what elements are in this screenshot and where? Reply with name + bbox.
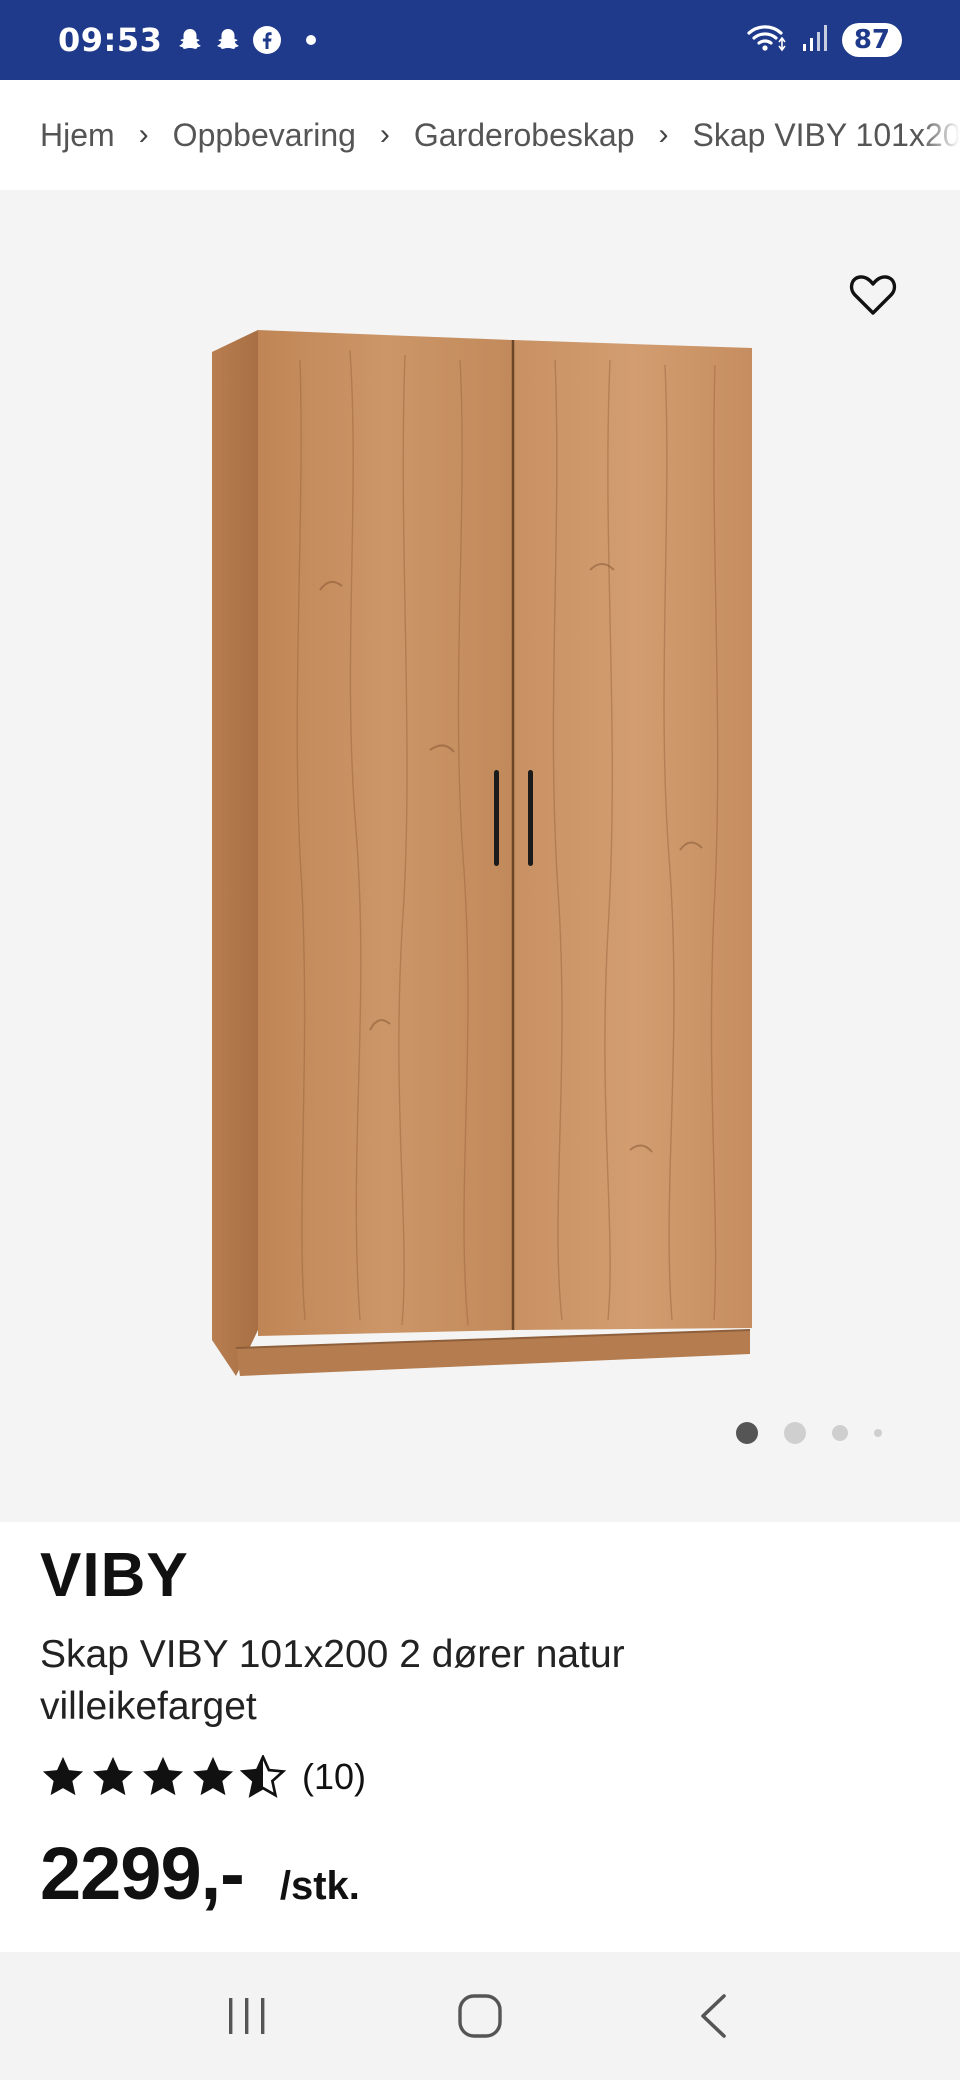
breadcrumb-home[interactable]: Hjem	[40, 117, 115, 154]
system-indicators: 87	[746, 22, 902, 59]
star-full-icon	[92, 1757, 134, 1796]
system-navigation-bar	[0, 1952, 960, 2080]
signal-icon	[802, 23, 828, 58]
battery-indicator: 87	[841, 23, 902, 57]
recent-apps-icon[interactable]	[207, 1976, 287, 2056]
product-image-gallery[interactable]	[0, 190, 960, 1522]
more-notifications-dot	[306, 35, 317, 45]
status-bar: 09:53 87	[0, 0, 960, 80]
favorite-button[interactable]	[848, 270, 898, 320]
status-time: 09:53	[58, 21, 163, 59]
heart-icon	[849, 275, 897, 315]
chevron-right-icon: ›	[138, 118, 149, 151]
wifi-icon	[746, 22, 788, 59]
star-full-icon	[192, 1757, 234, 1796]
product-info: VIBY Skap VIBY 101x200 2 dører natur vil…	[40, 1540, 920, 1916]
gallery-pagination	[736, 1422, 882, 1444]
chevron-right-icon: ›	[658, 118, 669, 151]
facebook-icon	[252, 25, 282, 55]
product-brand: VIBY	[40, 1541, 189, 1610]
notification-icons	[176, 25, 317, 55]
product-rating[interactable]: (10)	[40, 1755, 920, 1799]
chevron-right-icon: ›	[379, 118, 390, 151]
snapchat-icon	[214, 26, 242, 54]
product-name: Skap VIBY 101x200 2 dører natur villeike…	[40, 1633, 625, 1729]
star-full-icon	[42, 1757, 84, 1796]
breadcrumb-storage[interactable]: Oppbevaring	[173, 117, 356, 154]
star-full-icon	[142, 1757, 184, 1796]
price-row: 2299,- /stk.	[40, 1831, 920, 1916]
product-image-wardrobe	[212, 330, 752, 1376]
price-unit: /stk.	[279, 1864, 360, 1909]
breadcrumb: Hjem › Oppbevaring › Garderobeskap › Ska…	[0, 80, 960, 190]
star-half-icon	[240, 1755, 286, 1799]
gallery-dot[interactable]	[832, 1425, 848, 1441]
review-count[interactable]: (10)	[302, 1756, 366, 1798]
breadcrumb-wardrobes[interactable]: Garderobeskap	[414, 117, 635, 154]
product-price: 2299,-	[40, 1832, 245, 1916]
gallery-dot-active[interactable]	[736, 1422, 758, 1444]
home-icon[interactable]	[440, 1976, 520, 2056]
rating-stars	[40, 1755, 286, 1799]
snapchat-icon	[176, 26, 204, 54]
back-icon[interactable]	[673, 1976, 753, 2056]
gallery-dot[interactable]	[874, 1429, 882, 1437]
gallery-dot[interactable]	[784, 1422, 806, 1444]
